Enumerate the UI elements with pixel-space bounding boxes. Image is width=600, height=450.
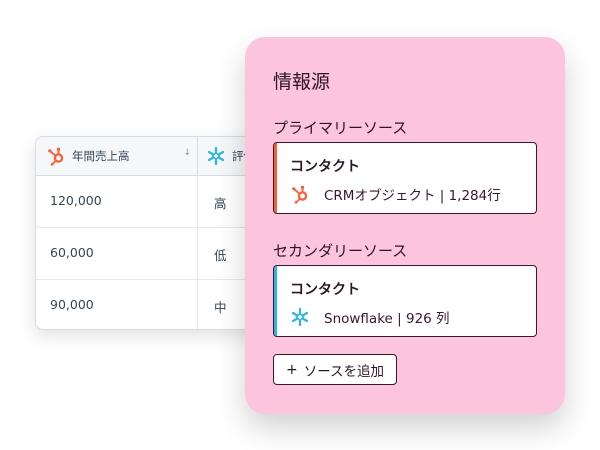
cell-revenue: 60,000 <box>50 245 94 260</box>
plus-icon: + <box>286 361 298 378</box>
cell-revenue: 90,000 <box>50 297 94 312</box>
table-header: 年間売上高 ↓ 評価 <box>36 137 266 176</box>
primary-source-label: プライマリーソース <box>273 119 408 137</box>
secondary-source-title: コンタクト <box>290 282 360 298</box>
data-sources-panel: 情報源 プライマリーソース コンタクト CRMオブジェクト | 1,284行 セ… <box>245 37 565 414</box>
table-row: 60,000 低 <box>36 228 266 280</box>
primary-source-card[interactable]: コンタクト CRMオブジェクト | 1,284行 <box>273 142 537 214</box>
snowflake-icon <box>207 146 225 166</box>
cell-rating: 中 <box>214 300 227 315</box>
table-row: 90,000 中 <box>36 280 266 329</box>
column-label-annual-revenue: 年間売上高 <box>72 149 130 163</box>
secondary-accent-bar <box>274 266 277 336</box>
data-table: 年間売上高 ↓ 評価 120,000 高 60,000 低 90,000 中 <box>35 136 267 330</box>
hubspot-icon <box>48 147 64 166</box>
panel-title: 情報源 <box>273 71 331 93</box>
primary-source-detail: CRMオブジェクト | 1,284行 <box>324 188 501 204</box>
table-cell: 120,000 <box>36 176 198 227</box>
column-header-annual-revenue[interactable]: 年間売上高 ↓ <box>36 137 198 175</box>
primary-accent-bar <box>274 143 277 213</box>
table-row: 120,000 高 <box>36 176 266 228</box>
cell-rating: 高 <box>214 196 227 211</box>
primary-source-detail-row: CRMオブジェクト | 1,284行 <box>290 184 501 204</box>
table-cell: 90,000 <box>36 280 198 329</box>
secondary-source-label: セカンダリーソース <box>273 242 408 260</box>
secondary-source-card[interactable]: コンタクト Snowflake | 926 列 <box>273 265 537 337</box>
secondary-source-detail-row: Snowflake | 926 列 <box>290 307 450 327</box>
add-source-label: ソースを追加 <box>303 363 385 380</box>
add-source-button[interactable]: + ソースを追加 <box>273 354 398 385</box>
cell-revenue: 120,000 <box>50 193 102 208</box>
cell-rating: 低 <box>214 248 227 263</box>
snowflake-icon <box>291 307 309 327</box>
secondary-source-detail: Snowflake | 926 列 <box>324 311 450 327</box>
sort-down-icon[interactable]: ↓ <box>183 148 191 158</box>
hubspot-icon <box>292 185 308 204</box>
table-cell: 60,000 <box>36 228 198 279</box>
primary-source-title: コンタクト <box>290 159 360 175</box>
